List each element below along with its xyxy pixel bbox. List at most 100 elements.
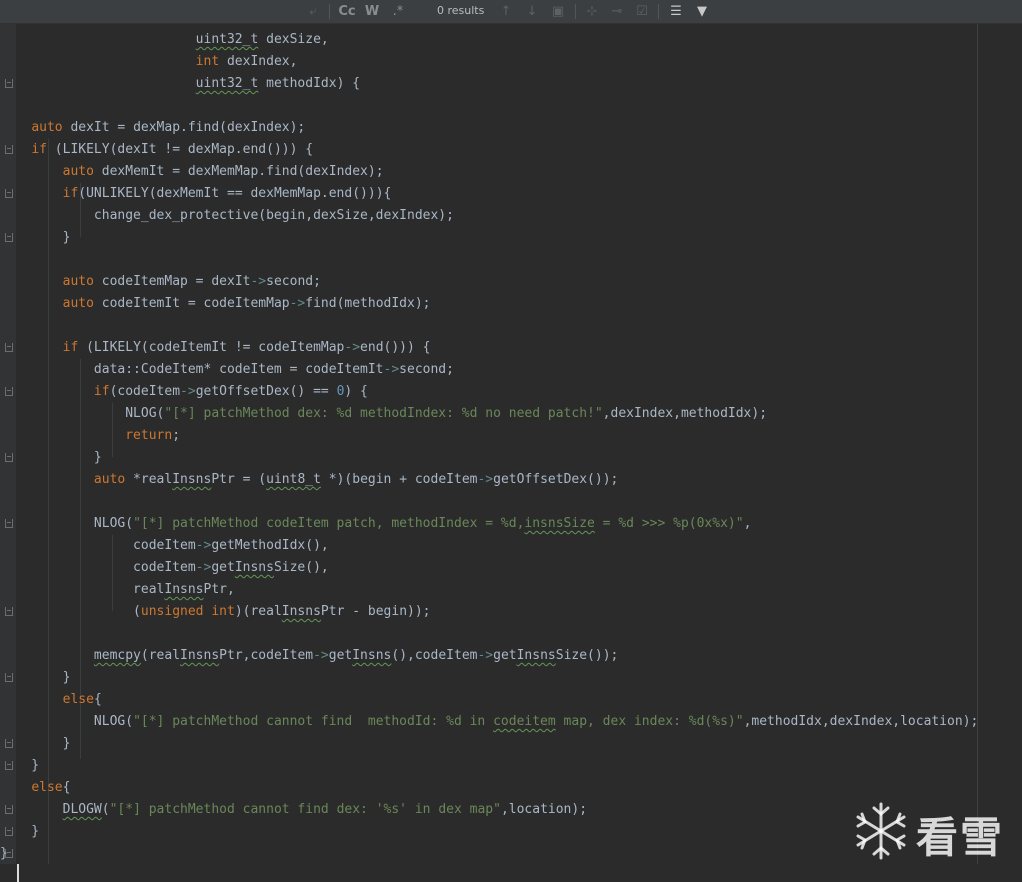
text-caret bbox=[17, 864, 19, 882]
code-line[interactable]: if(codeItem->getOffsetDex() == 0) { bbox=[0, 381, 978, 403]
code-token: int bbox=[195, 54, 220, 69]
code-token: NLOG( bbox=[0, 406, 165, 421]
code-line[interactable]: if (LIKELY(codeItemIt != codeItemMap->en… bbox=[0, 337, 978, 359]
code-token: Insns bbox=[172, 472, 212, 487]
snowflake-icon bbox=[856, 802, 906, 860]
code-token: codeItemMap = dexIt bbox=[93, 274, 251, 289]
code-line[interactable]: int dexIndex, bbox=[0, 51, 978, 73]
code-token: find(methodIdx); bbox=[305, 296, 431, 311]
code-token: dexSize, bbox=[258, 32, 329, 47]
code-token: Insns bbox=[234, 560, 274, 575]
code-line[interactable]: uint32_t dexSize, bbox=[0, 29, 978, 51]
code-line[interactable]: } bbox=[0, 667, 978, 689]
code-line[interactable]: NLOG("[*] patchMethod dex: %d methodInde… bbox=[0, 403, 978, 425]
code-token: Insns bbox=[352, 648, 392, 663]
whole-words-toggle[interactable]: W bbox=[363, 0, 381, 23]
code-line[interactable]: change_dex_protective(begin,dexSize,dexI… bbox=[0, 205, 978, 227]
code-line[interactable]: codeItem->getMethodIdx(), bbox=[0, 535, 978, 557]
code-token: (),codeItem bbox=[391, 648, 478, 663]
code-token: Insns bbox=[180, 648, 220, 663]
code-token: (LIKELY(dexIt != dexMap.end())) { bbox=[46, 142, 314, 157]
code-line[interactable]: (unsigned int)(realInsnsPtr - begin)); bbox=[0, 601, 978, 623]
code-editor[interactable]: uint32_t dexSize, int dexIndex, uint32_t… bbox=[0, 24, 1022, 882]
code-line[interactable]: else{ bbox=[0, 777, 978, 799]
code-line[interactable]: } bbox=[0, 227, 978, 249]
replace-icon[interactable]: ⤶ bbox=[304, 0, 322, 23]
remove-occurrence-icon[interactable]: ⊸ bbox=[607, 0, 627, 23]
code-line[interactable]: ​ bbox=[0, 623, 978, 645]
code-line[interactable]: auto dexIt = dexMap.find(dexIndex); bbox=[0, 117, 978, 139]
code-token: "[*] patchMethod cannot find methodId: %… bbox=[133, 714, 494, 729]
code-line[interactable]: auto dexMemIt = dexMemMap.find(dexIndex)… bbox=[0, 161, 978, 183]
code-line[interactable]: data::CodeItem* codeItem = codeItemIt->s… bbox=[0, 359, 978, 381]
code-line[interactable]: } bbox=[0, 843, 978, 865]
code-token: "[*] patchMethod codeItem patch, methodI… bbox=[133, 516, 525, 531]
code-token: ,location); bbox=[500, 802, 588, 817]
code-line[interactable]: } bbox=[0, 447, 978, 469]
code-line[interactable]: NLOG("[*] patchMethod codeItem patch, me… bbox=[0, 513, 978, 535]
code-token: "[*] patchMethod dex: %d methodIndex: %d… bbox=[164, 406, 603, 421]
code-token: dexIt = dexMap.find(dexIndex); bbox=[62, 120, 306, 135]
code-line[interactable]: } bbox=[0, 821, 978, 843]
code-token: ( bbox=[101, 802, 110, 817]
code-line[interactable]: uint32_t methodIdx) { bbox=[0, 73, 978, 95]
code-token: codeItemIt = codeItemMap bbox=[93, 296, 290, 311]
code-token: { bbox=[62, 780, 71, 795]
code-line[interactable]: ​ bbox=[0, 249, 978, 271]
code-token: else bbox=[62, 692, 94, 707]
filter-results-icon[interactable]: ☰ bbox=[666, 0, 686, 23]
code-line[interactable]: auto codeItemIt = codeItemMap->find(meth… bbox=[0, 293, 978, 315]
code-token: if bbox=[31, 142, 47, 157]
previous-occurrence-icon[interactable]: ↑ bbox=[497, 0, 515, 23]
code-token: get bbox=[211, 560, 235, 575]
code-token: *)(begin + codeItem bbox=[320, 472, 478, 487]
code-token: auto bbox=[62, 296, 94, 311]
code-line[interactable]: memcpy(realInsnsPtr,codeItem->getInsns()… bbox=[0, 645, 978, 667]
code-token: ( bbox=[0, 604, 141, 619]
funnel-filter-icon[interactable]: ▼ bbox=[692, 0, 712, 23]
code-token: -> bbox=[383, 362, 400, 377]
code-line[interactable]: } bbox=[0, 755, 978, 777]
code-line[interactable]: ​ bbox=[0, 95, 978, 117]
select-occurrences-icon[interactable]: ☑ bbox=[632, 0, 652, 23]
code-line[interactable]: codeItem->getInsnsSize(), bbox=[0, 557, 978, 579]
code-line[interactable]: DLOGW("[*] patchMethod cannot find dex: … bbox=[0, 799, 978, 821]
code-line[interactable]: if(UNLIKELY(dexMemIt == dexMemMap.end())… bbox=[0, 183, 978, 205]
code-line[interactable]: ​ bbox=[0, 491, 978, 513]
watermark-text: 看雪 bbox=[916, 813, 1005, 862]
code-line[interactable]: realInsnsPtr, bbox=[0, 579, 978, 601]
code-line[interactable]: } bbox=[0, 733, 978, 755]
code-token: Ptr = ( bbox=[211, 472, 267, 487]
code-token: dexMemIt = dexMemMap.find(dexIndex); bbox=[93, 164, 384, 179]
code-token: NLOG( bbox=[0, 714, 134, 729]
code-line[interactable]: auto *realInsnsPtr = (uint8_t *)(begin +… bbox=[0, 469, 978, 491]
code-token: get bbox=[493, 648, 517, 663]
code-line[interactable]: return; bbox=[0, 425, 978, 447]
code-line[interactable]: if (LIKELY(dexIt != dexMap.end())) { bbox=[0, 139, 978, 161]
code-token: , bbox=[743, 516, 752, 531]
code-line[interactable]: else{ bbox=[0, 689, 978, 711]
code-token: ; bbox=[172, 428, 181, 443]
code-token: } bbox=[0, 450, 102, 465]
code-line[interactable]: ​ bbox=[0, 315, 978, 337]
code-line[interactable]: NLOG("[*] patchMethod cannot find method… bbox=[0, 711, 978, 733]
code-token: if bbox=[62, 340, 79, 355]
code-line[interactable]: auto codeItemMap = dexIt->second; bbox=[0, 271, 978, 293]
next-occurrence-icon[interactable]: ↓ bbox=[523, 0, 541, 23]
regex-toggle[interactable]: .* bbox=[389, 0, 407, 23]
code-token: methodIdx) { bbox=[258, 76, 361, 91]
code-token: NLOG( bbox=[0, 516, 134, 531]
code-token: ,dexIndex,methodIdx); bbox=[602, 406, 768, 421]
code-token: )(real bbox=[234, 604, 282, 619]
add-occurrence-icon[interactable]: ⊹ bbox=[582, 0, 602, 23]
code-token: auto bbox=[62, 164, 94, 179]
select-all-occurrences-icon[interactable]: ▣ bbox=[549, 0, 567, 23]
match-case-toggle[interactable]: Cc bbox=[337, 0, 357, 23]
source-code[interactable]: uint32_t dexSize, int dexIndex, uint32_t… bbox=[0, 29, 978, 865]
